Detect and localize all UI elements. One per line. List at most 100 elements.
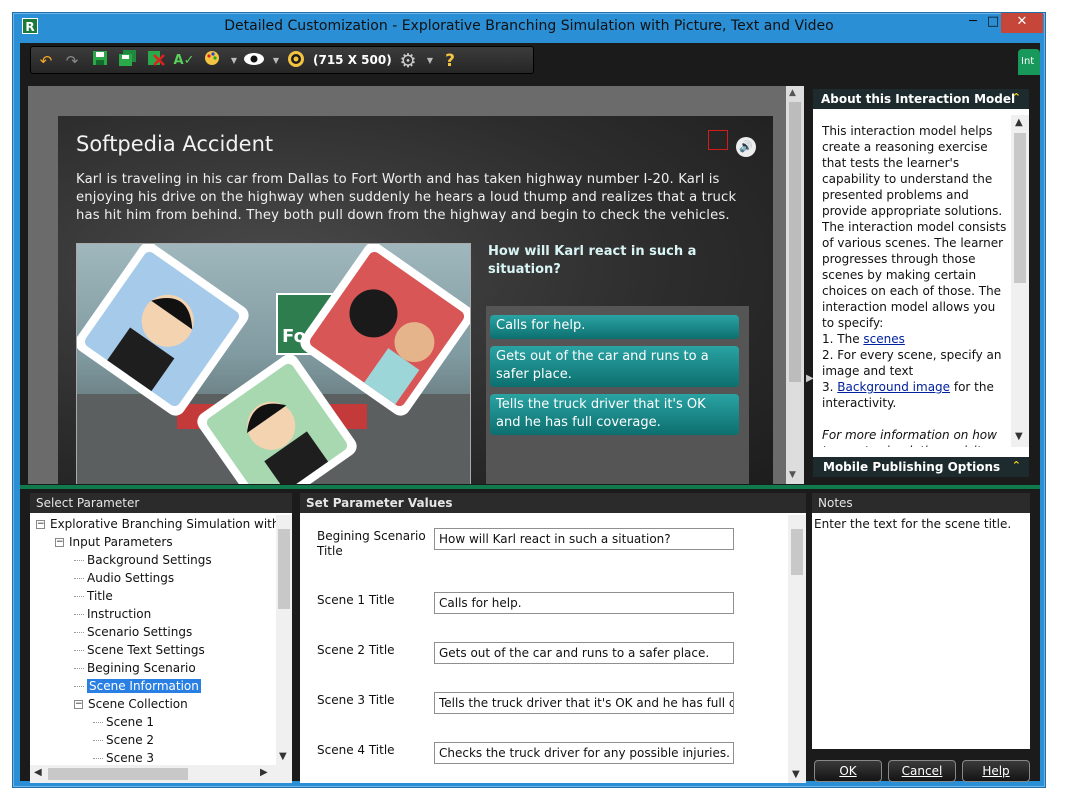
tree-connector xyxy=(93,740,103,741)
save-icon[interactable] xyxy=(89,50,111,72)
about-scroll-thumb[interactable] xyxy=(1014,133,1026,283)
tree-item[interactable]: Background Settings xyxy=(30,551,276,569)
about-item-3-prefix: 3. xyxy=(822,380,838,394)
tree-item[interactable]: − Input Parameters xyxy=(30,533,276,551)
scroll-down-icon[interactable]: ▼ xyxy=(789,470,796,480)
tree-item-label: Audio Settings xyxy=(87,571,175,585)
tree-item-label: Explorative Branching Simulation with Pi xyxy=(50,517,276,531)
scene-illustration: Fo xyxy=(76,243,471,484)
field-label-scene-1: Scene 1 Title xyxy=(317,593,395,607)
delete-icon[interactable] xyxy=(145,50,167,72)
scenario-question: How will Karl react in such a situation? xyxy=(488,244,697,277)
values-scrollbar[interactable]: ▼ xyxy=(788,515,806,783)
tree-connector xyxy=(74,614,84,615)
tree-scroll-down-icon[interactable]: ▼ xyxy=(279,751,287,762)
slide-title: Softpedia Accident xyxy=(76,132,274,156)
tree-item-label: Scene 3 xyxy=(106,751,155,765)
tree-hscrollbar[interactable]: ◀ ▶ xyxy=(30,765,292,783)
tree-connector xyxy=(93,722,103,723)
application-window: R Detailed Customization - Explorative B… xyxy=(12,12,1046,788)
intro-tab[interactable]: Int xyxy=(1018,49,1040,75)
spell-check-icon[interactable]: A✓ xyxy=(173,50,195,72)
about-scroll-up-icon[interactable]: ▲ xyxy=(1015,117,1023,128)
scene-4-title-input[interactable]: Checks the truck driver for any possible… xyxy=(434,742,734,764)
choice-button-2[interactable]: Gets out of the car and runs to a safer … xyxy=(490,346,739,387)
tree-item[interactable]: Scene 2 xyxy=(30,731,276,749)
about-item-1-prefix: 1. The xyxy=(822,332,864,346)
tree-vscroll-thumb[interactable] xyxy=(278,529,290,609)
tree-item[interactable]: Scene 3 xyxy=(30,749,276,765)
tree-scroll-left-icon[interactable]: ◀ xyxy=(34,767,42,778)
begining-scenario-title-input[interactable]: How will Karl react in such a situation? xyxy=(434,528,734,550)
tree-item[interactable]: Scenario Settings xyxy=(30,623,276,641)
ok-button[interactable]: OK xyxy=(814,760,882,782)
preview-scrollbar[interactable]: ▲ ▼ xyxy=(786,86,804,484)
maximize-button[interactable]: □ xyxy=(985,13,1001,33)
scenes-link[interactable]: scenes xyxy=(863,332,904,346)
about-intro-text: This interaction model helps create a re… xyxy=(822,124,1007,330)
about-header[interactable]: About this Interaction Model ⌃ xyxy=(813,89,1029,109)
about-scrollbar[interactable]: ▲ ▼ xyxy=(1011,115,1029,447)
resolution-target-icon[interactable] xyxy=(285,50,307,72)
tree-vscrollbar[interactable]: ▼ xyxy=(276,515,292,765)
tree-scroll-right-icon[interactable]: ▶ xyxy=(260,767,268,778)
selection-marker[interactable] xyxy=(708,130,728,150)
mobile-collapse-icon[interactable]: ⌃ xyxy=(1012,459,1021,472)
tree-hscroll-thumb[interactable] xyxy=(48,768,188,780)
tree-connector xyxy=(74,632,84,633)
tree-item[interactable]: Title xyxy=(30,587,276,605)
scene-3-title-input[interactable]: Tells the truck driver that it's OK and … xyxy=(434,692,734,714)
tree-collapse-icon[interactable]: − xyxy=(74,700,83,709)
palette-dropdown-icon[interactable]: ▼ xyxy=(223,50,245,72)
about-more-info: For more information on how to create si… xyxy=(822,428,997,447)
choice-button-3[interactable]: Tells the truck driver that it's OK and … xyxy=(490,394,739,435)
choice-button-1[interactable]: Calls for help. xyxy=(490,315,739,339)
tree-item[interactable]: Scene 1 xyxy=(30,713,276,731)
preview-eye-icon[interactable] xyxy=(243,50,265,72)
slide-canvas: Softpedia Accident 🔊 Karl is traveling i… xyxy=(58,116,773,484)
save-all-icon[interactable] xyxy=(117,50,139,72)
tree-item[interactable]: Scene Text Settings xyxy=(30,641,276,659)
preview-dropdown-icon[interactable]: ▼ xyxy=(265,50,287,72)
tree-item[interactable]: Begining Scenario xyxy=(30,659,276,677)
about-item-3: 3. Background image for the interactivit… xyxy=(822,379,1008,411)
scroll-up-icon[interactable]: ▲ xyxy=(789,88,796,98)
field-label-scene-3: Scene 3 Title xyxy=(317,693,395,707)
settings-dropdown-icon[interactable]: ▼ xyxy=(419,50,441,72)
cancel-button[interactable]: Cancel xyxy=(888,760,956,782)
values-scroll-thumb[interactable] xyxy=(791,529,803,575)
redo-icon[interactable]: ↷ xyxy=(61,50,83,72)
tree-item[interactable]: − Scene Collection xyxy=(30,695,276,713)
tree-collapse-icon[interactable]: − xyxy=(36,520,45,529)
background-image-link[interactable]: Background image xyxy=(837,380,950,394)
title-bar[interactable]: R Detailed Customization - Explorative B… xyxy=(13,13,1045,43)
tree-item[interactable]: − Explorative Branching Simulation with P… xyxy=(30,515,276,533)
about-scroll-down-icon[interactable]: ▼ xyxy=(1015,431,1023,442)
undo-icon[interactable]: ↶ xyxy=(35,50,57,72)
collapse-chevron-icon[interactable]: ⌃ xyxy=(1012,91,1021,104)
speaker-icon[interactable]: 🔊 xyxy=(736,137,756,157)
close-button[interactable]: ✕ xyxy=(1001,13,1043,33)
tree-connector xyxy=(74,650,84,651)
tree-item[interactable]: Scene Information xyxy=(30,677,276,695)
help-icon[interactable]: ? xyxy=(439,50,461,72)
slide-paragraph: Karl is traveling in his car from Dallas… xyxy=(76,172,737,223)
tree-item[interactable]: Instruction xyxy=(30,605,276,623)
panel-splitter[interactable] xyxy=(20,485,1040,489)
tree-item[interactable]: Audio Settings xyxy=(30,569,276,587)
tree-connector xyxy=(74,578,84,579)
values-scroll-down-icon[interactable]: ▼ xyxy=(792,769,800,780)
gear-icon[interactable]: ⚙ xyxy=(397,50,419,72)
notes-text: Enter the text for the scene title. xyxy=(814,517,1012,531)
help-button[interactable]: Help xyxy=(962,760,1030,782)
tree-collapse-icon[interactable]: − xyxy=(55,538,64,547)
preview-area: Softpedia Accident 🔊 Karl is traveling i… xyxy=(28,86,786,484)
scene-2-title-input[interactable]: Gets out of the car and runs to a safer … xyxy=(434,642,734,664)
scrollbar-thumb[interactable] xyxy=(789,102,801,382)
scene-1-title-input[interactable]: Calls for help. xyxy=(434,592,734,614)
mobile-publishing-header[interactable]: Mobile Publishing Options ⌃ xyxy=(813,457,1029,477)
tree-item-label: Scene Text Settings xyxy=(87,643,205,657)
theme-palette-icon[interactable] xyxy=(201,50,223,72)
field-label-scene-2: Scene 2 Title xyxy=(317,643,395,657)
minimize-button[interactable]: ─ xyxy=(959,13,987,33)
